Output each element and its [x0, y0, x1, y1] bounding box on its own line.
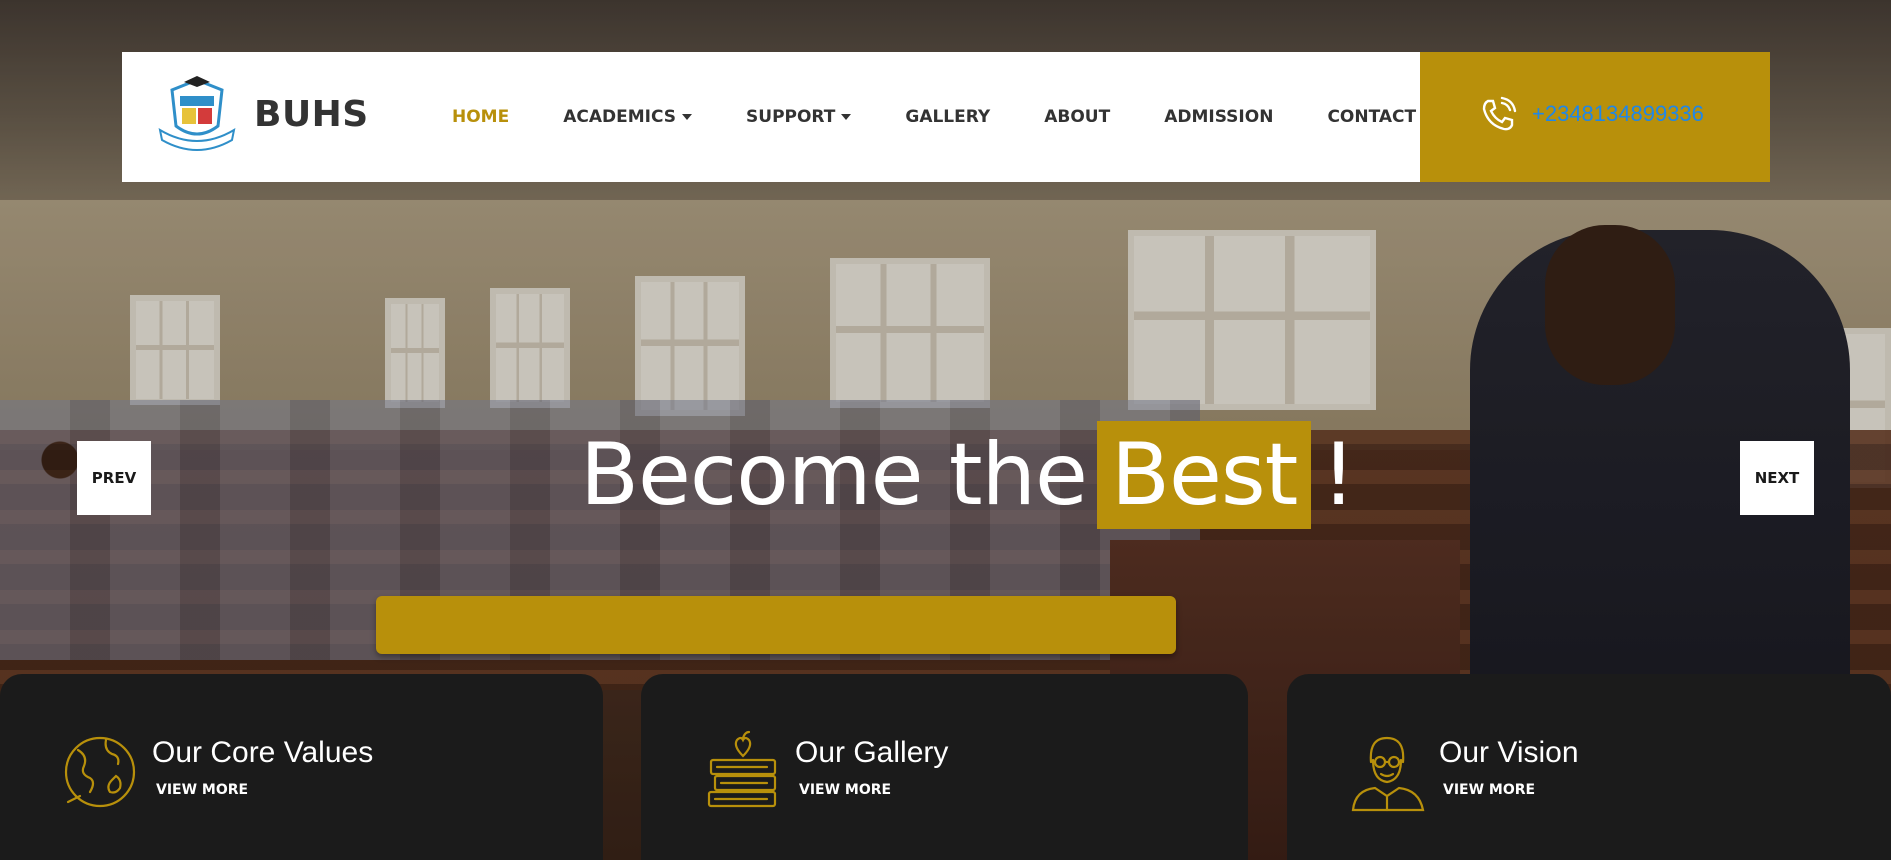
teacher-icon: [1347, 730, 1429, 812]
navbar: BUHS HOME ACADEMICS SUPPORT GALLERY ABOU…: [122, 52, 1420, 182]
caret-down-icon: [682, 114, 693, 120]
card-gallery: Our Gallery VIEW MORE: [641, 674, 1248, 860]
nav-support-label: SUPPORT: [746, 107, 836, 127]
nav-admission-label: ADMISSION: [1164, 107, 1274, 127]
nav-admission[interactable]: ADMISSION: [1164, 107, 1273, 127]
globe-icon: [60, 730, 142, 812]
nav-about-label: ABOUT: [1044, 107, 1111, 127]
next-slide-button[interactable]: NEXT: [1740, 441, 1814, 515]
card-vision: Our Vision VIEW MORE: [1287, 674, 1891, 860]
nav-gallery-label: GALLERY: [905, 107, 991, 127]
card-text: Our Gallery VIEW MORE: [795, 734, 948, 798]
books-apple-icon: [703, 730, 785, 812]
view-more-link[interactable]: VIEW MORE: [156, 782, 373, 798]
school-logo: [152, 74, 242, 154]
nav-home-label: HOME: [452, 107, 510, 127]
card-title: Our Vision: [1439, 736, 1579, 769]
card-core-values: Our Core Values VIEW MORE: [0, 674, 603, 860]
view-more-link[interactable]: VIEW MORE: [799, 782, 948, 798]
nav-home[interactable]: HOME: [452, 107, 509, 127]
headline-exclamation: !: [1321, 425, 1355, 525]
nav-contact[interactable]: CONTACT: [1327, 107, 1416, 127]
phone-icon: [1478, 95, 1518, 140]
nav-academics-label: ACADEMICS: [563, 107, 677, 127]
hero-cta-button[interactable]: [376, 596, 1176, 654]
card-title: Our Core Values: [152, 736, 374, 769]
brand-name: BUHS: [254, 93, 369, 135]
view-more-link[interactable]: VIEW MORE: [1443, 782, 1579, 798]
hero-headline: Become the Best !: [580, 420, 1356, 530]
phone-number-link[interactable]: +2348134899336: [1532, 101, 1704, 127]
phone-box: +2348134899336: [1420, 52, 1770, 182]
nav-gallery[interactable]: GALLERY: [905, 107, 990, 127]
prev-slide-button[interactable]: PREV: [77, 441, 151, 515]
brand[interactable]: BUHS: [152, 74, 369, 154]
nav-support[interactable]: SUPPORT: [746, 107, 852, 127]
main-nav: HOME ACADEMICS SUPPORT GALLERY ABOUT ADM…: [452, 52, 1470, 182]
card-text: Our Core Values VIEW MORE: [152, 734, 373, 798]
caret-down-icon: [841, 114, 852, 120]
nav-contact-label: CONTACT: [1327, 107, 1417, 127]
headline-text: Become the: [580, 425, 1088, 525]
card-title: Our Gallery: [795, 736, 949, 769]
headline-highlight: Best: [1096, 421, 1312, 529]
card-text: Our Vision VIEW MORE: [1439, 734, 1579, 798]
nav-about[interactable]: ABOUT: [1044, 107, 1110, 127]
nav-academics[interactable]: ACADEMICS: [563, 107, 693, 127]
